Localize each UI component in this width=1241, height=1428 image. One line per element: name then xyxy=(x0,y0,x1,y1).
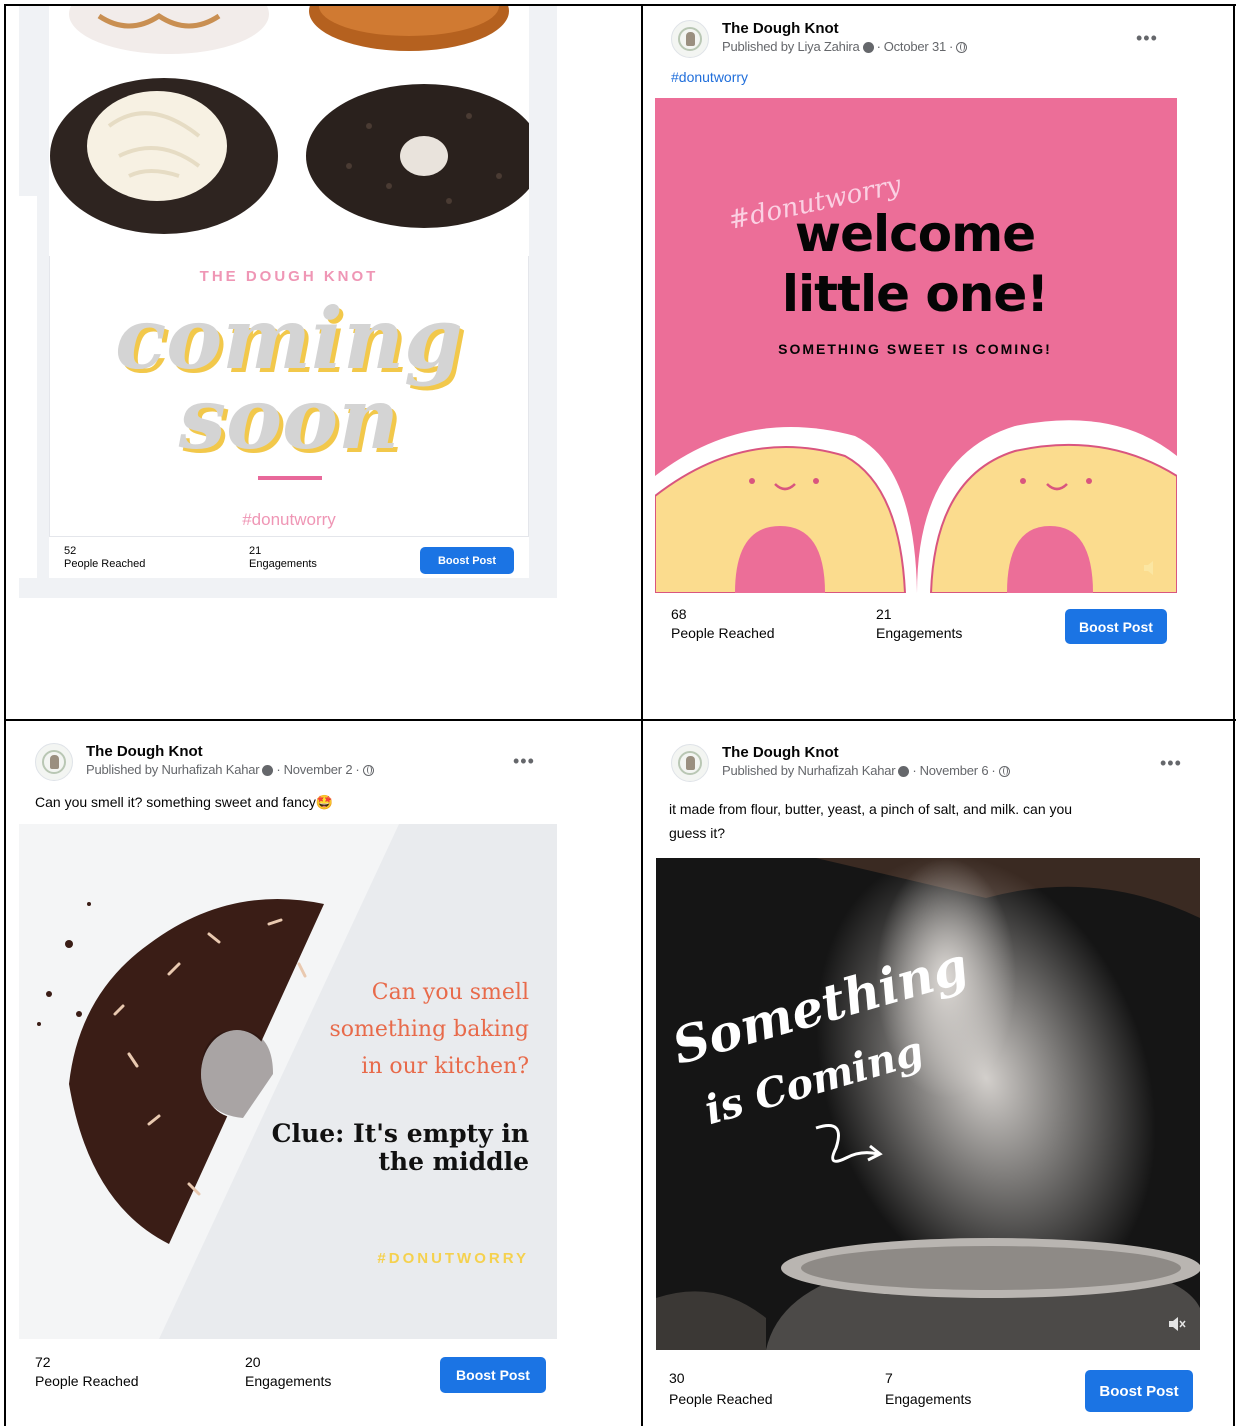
publisher[interactable]: Published by Liya Zahira xyxy=(722,38,860,56)
card-left-edge xyxy=(19,196,37,578)
headline-soon: soon xyxy=(178,369,400,468)
post-header: The Dough Knot Published by Liya Zahira … xyxy=(671,20,968,58)
page-name[interactable]: The Dough Knot xyxy=(722,744,1010,762)
engagements-value: 21 xyxy=(876,606,892,622)
question-text: Can you smell something baking in our ki… xyxy=(329,974,529,1085)
post-header: The Dough Knot Published by Nurhafizah K… xyxy=(35,743,374,781)
image-hashtag: #DONUTWORRY xyxy=(377,1250,529,1267)
boost-post-button[interactable]: Boost Post xyxy=(440,1357,546,1393)
info-icon[interactable] xyxy=(898,765,910,777)
info-icon[interactable] xyxy=(862,41,874,53)
byline: Published by Nurhafizah Kahar · November… xyxy=(722,762,1010,780)
clue-text: Clue: It's empty in the middle xyxy=(229,1120,529,1176)
caption-line2: guess it? xyxy=(669,825,726,841)
post-caption: it made from flour, butter, yeast, a pin… xyxy=(669,797,1072,845)
divider-dash xyxy=(258,476,322,480)
brand-label: THE DOUGH KNOT xyxy=(199,268,379,285)
publisher[interactable]: Published by Nurhafizah Kahar xyxy=(86,761,260,779)
people-reached-label: People Reached xyxy=(669,1391,773,1407)
engagements-label: Engagements xyxy=(885,1391,972,1407)
flour-image: Something is Coming xyxy=(656,858,1200,1350)
page-avatar[interactable] xyxy=(671,20,709,58)
clue-line1: Clue: It's empty in xyxy=(271,1119,529,1148)
more-horizontal-icon[interactable]: ••• xyxy=(1136,29,1158,47)
byline: Published by Liya Zahira · October 31 · xyxy=(722,38,968,56)
engagements: 20 Engagements xyxy=(245,1353,331,1391)
byline: Published by Nurhafizah Kahar · November… xyxy=(86,761,374,779)
engagements: 21 Engagements xyxy=(876,605,962,643)
more-horizontal-icon[interactable]: ••• xyxy=(1160,754,1182,772)
hashtag-link[interactable]: #donutworry xyxy=(671,69,748,85)
boost-post-button[interactable]: Boost Post xyxy=(1065,609,1167,644)
page-name[interactable]: The Dough Knot xyxy=(86,743,374,761)
people-reached-label: People Reached xyxy=(64,558,146,570)
globe-icon xyxy=(362,764,374,776)
table-border-right xyxy=(1233,4,1235,1426)
welcome-image: #donutworry welcome little one! SOMETHIN… xyxy=(655,98,1177,593)
people-reached-value: 30 xyxy=(669,1370,685,1386)
engagements-value: 7 xyxy=(885,1370,893,1386)
people-reached-label: People Reached xyxy=(671,625,775,641)
page-avatar[interactable] xyxy=(671,744,709,782)
volume-mute-icon[interactable] xyxy=(1143,560,1161,576)
question-line2: something baking xyxy=(329,1017,529,1042)
globe-icon xyxy=(956,41,968,53)
engagements-label: Engagements xyxy=(876,625,963,641)
post-header: The Dough Knot Published by Nurhafizah K… xyxy=(671,744,1010,782)
engagements: 21 Engagements xyxy=(249,545,317,571)
smiling-donuts-illustration xyxy=(655,420,1177,593)
arrow-doodle xyxy=(815,1124,883,1163)
people-reached: 52 People Reached xyxy=(64,545,145,571)
post-card-coming-soon: THE DOUGH KNOT coming soon #donutworry 5… xyxy=(19,6,557,598)
image-hashtag: #donutworry xyxy=(242,510,336,529)
engagements-label: Engagements xyxy=(249,558,317,570)
people-reached-label: People Reached xyxy=(35,1373,139,1389)
boost-post-button[interactable]: Boost Post xyxy=(1085,1370,1193,1412)
clue-line2: the middle xyxy=(378,1147,529,1176)
people-reached-value: 72 xyxy=(35,1354,51,1370)
post-date[interactable]: November 2 xyxy=(284,761,353,779)
table-divider-vertical xyxy=(641,4,643,1426)
boost-post-button[interactable]: Boost Post xyxy=(420,547,514,574)
welcome-title-line2: little one! xyxy=(781,265,1049,323)
volume-mute-icon[interactable] xyxy=(1168,1316,1186,1332)
people-reached-value: 68 xyxy=(671,606,687,622)
people-reached: 72 People Reached xyxy=(35,1353,139,1391)
chocolate-donut-image: Can you smell something baking in our ki… xyxy=(19,824,557,1339)
globe-icon xyxy=(998,765,1010,777)
post-date[interactable]: November 6 xyxy=(920,762,989,780)
engagements-value: 20 xyxy=(245,1354,261,1370)
question-line1: Can you smell xyxy=(371,980,529,1005)
post-caption: Can you smell it? something sweet and fa… xyxy=(35,794,334,810)
engagements: 7 Engagements xyxy=(885,1368,971,1410)
page-name[interactable]: The Dough Knot xyxy=(722,20,967,38)
caption-line1: it made from flour, butter, yeast, a pin… xyxy=(669,801,1073,817)
page-avatar[interactable] xyxy=(35,743,73,781)
people-reached: 68 People Reached xyxy=(671,605,775,643)
engagements-label: Engagements xyxy=(245,1373,332,1389)
welcome-subtitle: SOMETHING SWEET IS COMING! xyxy=(778,341,1052,357)
post-date[interactable]: October 31 xyxy=(884,38,947,56)
table-border-left xyxy=(4,4,6,1426)
publisher[interactable]: Published by Nurhafizah Kahar xyxy=(722,762,896,780)
donut-photo xyxy=(49,6,529,256)
people-reached: 30 People Reached xyxy=(669,1368,773,1410)
question-line3: in our kitchen? xyxy=(361,1054,529,1079)
info-icon[interactable] xyxy=(262,764,274,776)
engagements-value: 21 xyxy=(249,545,262,557)
people-reached-value: 52 xyxy=(64,545,77,557)
more-horizontal-icon[interactable]: ••• xyxy=(513,752,535,770)
